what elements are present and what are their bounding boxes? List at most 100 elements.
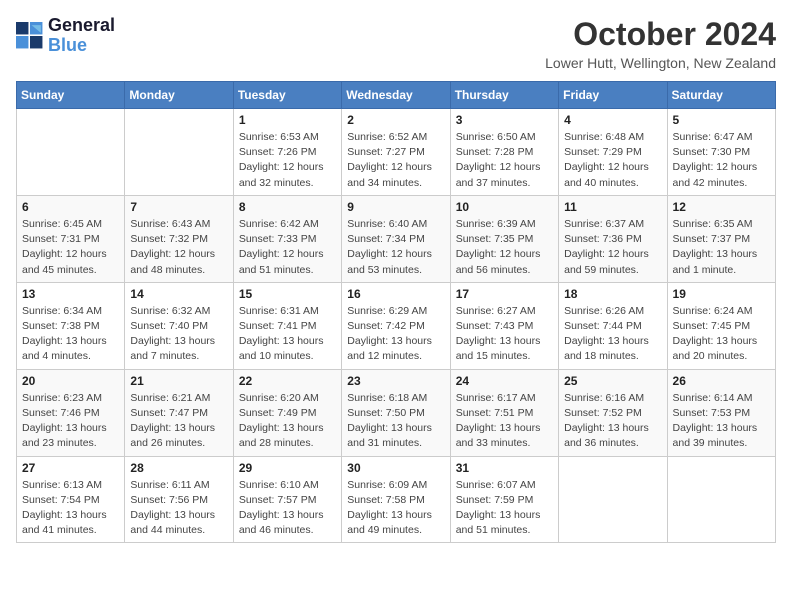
calendar-day-cell: 21 Sunrise: 6:21 AMSunset: 7:47 PMDayligh… (125, 369, 233, 456)
day-info: Sunrise: 6:32 AMSunset: 7:40 PMDaylight:… (130, 304, 227, 365)
day-info: Sunrise: 6:16 AMSunset: 7:52 PMDaylight:… (564, 391, 661, 452)
calendar-week-row: 27 Sunrise: 6:13 AMSunset: 7:54 PMDayligh… (17, 456, 776, 543)
day-number: 15 (239, 287, 336, 301)
calendar-day-cell: 13 Sunrise: 6:34 AMSunset: 7:38 PMDayligh… (17, 282, 125, 369)
day-number: 22 (239, 374, 336, 388)
day-number: 28 (130, 461, 227, 475)
day-number: 25 (564, 374, 661, 388)
day-info: Sunrise: 6:11 AMSunset: 7:56 PMDaylight:… (130, 478, 227, 539)
day-number: 17 (456, 287, 553, 301)
day-info: Sunrise: 6:10 AMSunset: 7:57 PMDaylight:… (239, 478, 336, 539)
day-number: 29 (239, 461, 336, 475)
day-number: 31 (456, 461, 553, 475)
calendar-day-cell: 1 Sunrise: 6:53 AMSunset: 7:26 PMDaylight… (233, 109, 341, 196)
calendar-day-cell: 12Sunrise: 6:35 AMSunset: 7:37 PMDayligh… (667, 195, 775, 282)
day-number: 9 (347, 200, 444, 214)
day-info: Sunrise: 6:17 AMSunset: 7:51 PMDaylight:… (456, 391, 553, 452)
day-number: 2 (347, 113, 444, 127)
day-number: 23 (347, 374, 444, 388)
day-info: Sunrise: 6:40 AMSunset: 7:34 PMDaylight:… (347, 217, 444, 278)
calendar-day-cell: 6Sunrise: 6:45 AMSunset: 7:31 PMDaylight… (17, 195, 125, 282)
day-number: 19 (673, 287, 770, 301)
calendar-day-cell: 9 Sunrise: 6:40 AMSunset: 7:34 PMDaylight… (342, 195, 450, 282)
day-number: 16 (347, 287, 444, 301)
weekday-header-cell: Thursday (450, 82, 558, 109)
day-info: Sunrise: 6:26 AMSunset: 7:44 PMDaylight:… (564, 304, 661, 365)
day-info: Sunrise: 6:18 AMSunset: 7:50 PMDaylight:… (347, 391, 444, 452)
main-title: October 2024 (545, 16, 776, 53)
calendar-header-row: SundayMondayTuesdayWednesdayThursdayFrid… (17, 82, 776, 109)
calendar-week-row: 20 Sunrise: 6:23 AMSunset: 7:46 PMDayligh… (17, 369, 776, 456)
calendar-day-cell: 24 Sunrise: 6:17 AMSunset: 7:51 PMDayligh… (450, 369, 558, 456)
day-info: Sunrise: 6:31 AMSunset: 7:41 PMDaylight:… (239, 304, 336, 365)
day-info: Sunrise: 6:48 AMSunset: 7:29 PMDaylight:… (564, 130, 661, 191)
day-number: 7 (130, 200, 227, 214)
day-info: Sunrise: 6:09 AMSunset: 7:58 PMDaylight:… (347, 478, 444, 539)
calendar-day-cell: 16 Sunrise: 6:29 AMSunset: 7:42 PMDayligh… (342, 282, 450, 369)
day-number: 11 (564, 200, 661, 214)
weekday-header-cell: Friday (559, 82, 667, 109)
day-info: Sunrise: 6:39 AMSunset: 7:35 PMDaylight:… (456, 217, 553, 278)
logo-text: GeneralBlue (48, 16, 115, 56)
calendar-week-row: 13 Sunrise: 6:34 AMSunset: 7:38 PMDayligh… (17, 282, 776, 369)
calendar-day-cell: 30 Sunrise: 6:09 AMSunset: 7:58 PMDayligh… (342, 456, 450, 543)
weekday-header-cell: Tuesday (233, 82, 341, 109)
header: GeneralBlue October 2024 Lower Hutt, Wel… (16, 16, 776, 71)
day-number: 18 (564, 287, 661, 301)
day-number: 24 (456, 374, 553, 388)
calendar-day-cell: 7 Sunrise: 6:43 AMSunset: 7:32 PMDaylight… (125, 195, 233, 282)
day-number: 8 (239, 200, 336, 214)
calendar-day-cell: 29 Sunrise: 6:10 AMSunset: 7:57 PMDayligh… (233, 456, 341, 543)
calendar-day-cell: 31 Sunrise: 6:07 AMSunset: 7:59 PMDayligh… (450, 456, 558, 543)
day-info: Sunrise: 6:21 AMSunset: 7:47 PMDaylight:… (130, 391, 227, 452)
calendar-day-cell: 15 Sunrise: 6:31 AMSunset: 7:41 PMDayligh… (233, 282, 341, 369)
day-info: Sunrise: 6:34 AMSunset: 7:38 PMDaylight:… (22, 304, 119, 365)
day-info: Sunrise: 6:29 AMSunset: 7:42 PMDaylight:… (347, 304, 444, 365)
day-number: 20 (22, 374, 119, 388)
calendar-day-cell (125, 109, 233, 196)
calendar-day-cell: 14Sunrise: 6:32 AMSunset: 7:40 PMDayligh… (125, 282, 233, 369)
calendar-day-cell: 3Sunrise: 6:50 AMSunset: 7:28 PMDaylight… (450, 109, 558, 196)
day-number: 30 (347, 461, 444, 475)
calendar-day-cell: 19 Sunrise: 6:24 AMSunset: 7:45 PMDayligh… (667, 282, 775, 369)
logo-icon (16, 22, 44, 50)
calendar-week-row: 1 Sunrise: 6:53 AMSunset: 7:26 PMDaylight… (17, 109, 776, 196)
calendar-day-cell: 23 Sunrise: 6:18 AMSunset: 7:50 PMDayligh… (342, 369, 450, 456)
calendar-day-cell: 11 Sunrise: 6:37 AMSunset: 7:36 PMDayligh… (559, 195, 667, 282)
calendar-day-cell: 2Sunrise: 6:52 AMSunset: 7:27 PMDaylight… (342, 109, 450, 196)
day-info: Sunrise: 6:24 AMSunset: 7:45 PMDaylight:… (673, 304, 770, 365)
day-info: Sunrise: 6:20 AMSunset: 7:49 PMDaylight:… (239, 391, 336, 452)
day-number: 10 (456, 200, 553, 214)
day-info: Sunrise: 6:43 AMSunset: 7:32 PMDaylight:… (130, 217, 227, 278)
calendar-day-cell: 26Sunrise: 6:14 AMSunset: 7:53 PMDayligh… (667, 369, 775, 456)
day-number: 1 (239, 113, 336, 127)
calendar-body: 1 Sunrise: 6:53 AMSunset: 7:26 PMDaylight… (17, 109, 776, 543)
weekday-header-cell: Saturday (667, 82, 775, 109)
day-info: Sunrise: 6:53 AMSunset: 7:26 PMDaylight:… (239, 130, 336, 191)
calendar-day-cell: 8 Sunrise: 6:42 AMSunset: 7:33 PMDaylight… (233, 195, 341, 282)
day-number: 21 (130, 374, 227, 388)
day-number: 27 (22, 461, 119, 475)
day-number: 4 (564, 113, 661, 127)
weekday-header-cell: Wednesday (342, 82, 450, 109)
logo: GeneralBlue (16, 16, 115, 56)
day-info: Sunrise: 6:13 AMSunset: 7:54 PMDaylight:… (22, 478, 119, 539)
weekday-header-cell: Monday (125, 82, 233, 109)
day-number: 6 (22, 200, 119, 214)
day-info: Sunrise: 6:50 AMSunset: 7:28 PMDaylight:… (456, 130, 553, 191)
calendar-day-cell (667, 456, 775, 543)
subtitle: Lower Hutt, Wellington, New Zealand (545, 55, 776, 71)
calendar-week-row: 6Sunrise: 6:45 AMSunset: 7:31 PMDaylight… (17, 195, 776, 282)
calendar-table: SundayMondayTuesdayWednesdayThursdayFrid… (16, 81, 776, 543)
calendar-day-cell: 22 Sunrise: 6:20 AMSunset: 7:49 PMDayligh… (233, 369, 341, 456)
calendar-day-cell: 28 Sunrise: 6:11 AMSunset: 7:56 PMDayligh… (125, 456, 233, 543)
day-info: Sunrise: 6:37 AMSunset: 7:36 PMDaylight:… (564, 217, 661, 278)
title-area: October 2024 Lower Hutt, Wellington, New… (545, 16, 776, 71)
calendar-day-cell: 25 Sunrise: 6:16 AMSunset: 7:52 PMDayligh… (559, 369, 667, 456)
calendar-day-cell: 4 Sunrise: 6:48 AMSunset: 7:29 PMDaylight… (559, 109, 667, 196)
calendar-day-cell: 17Sunrise: 6:27 AMSunset: 7:43 PMDayligh… (450, 282, 558, 369)
day-info: Sunrise: 6:07 AMSunset: 7:59 PMDaylight:… (456, 478, 553, 539)
day-info: Sunrise: 6:23 AMSunset: 7:46 PMDaylight:… (22, 391, 119, 452)
day-number: 13 (22, 287, 119, 301)
day-info: Sunrise: 6:42 AMSunset: 7:33 PMDaylight:… (239, 217, 336, 278)
